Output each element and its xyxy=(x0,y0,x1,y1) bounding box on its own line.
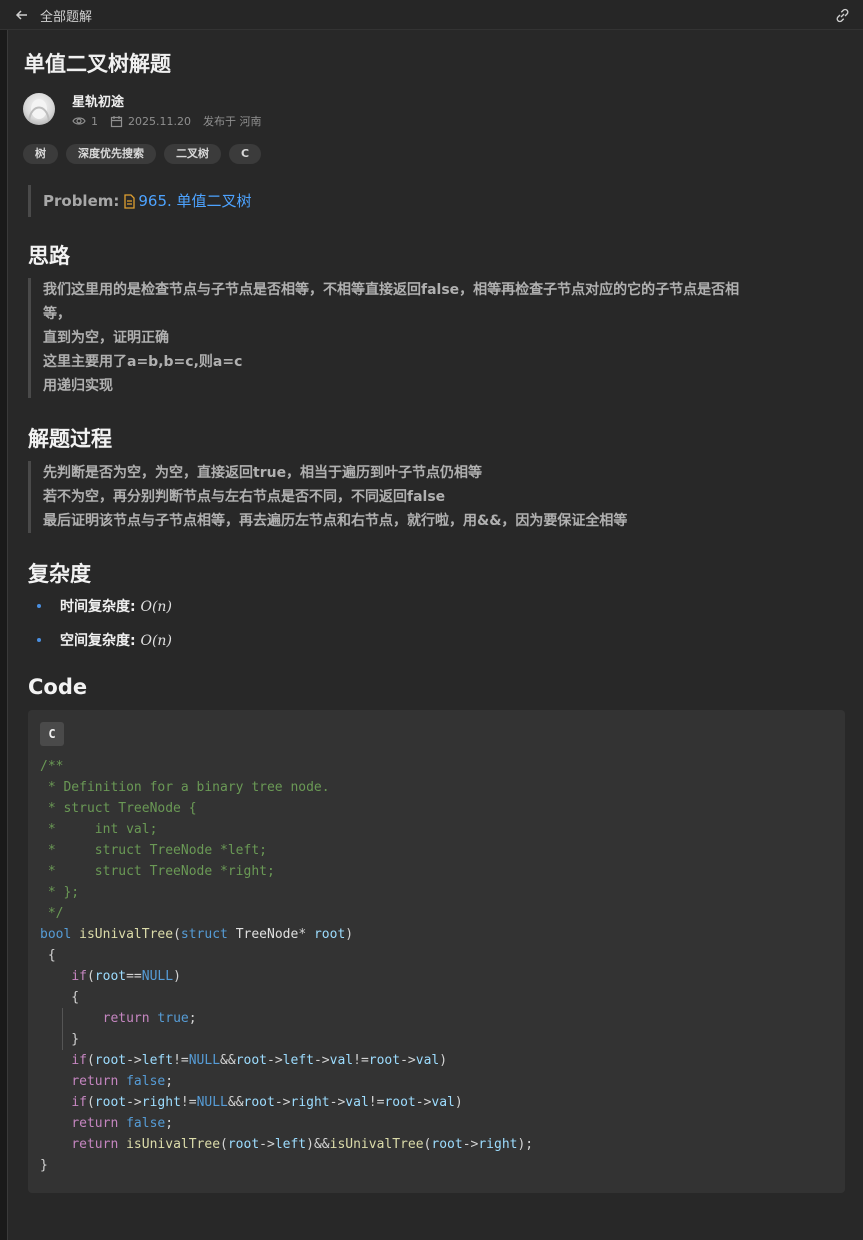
bullet-dot xyxy=(37,604,41,608)
time-complexity-label: 时间复杂度: xyxy=(60,599,136,615)
back-label[interactable]: 全部题解 xyxy=(40,6,92,25)
top-bar: 全部题解 xyxy=(0,0,863,30)
view-count: 1 xyxy=(91,114,98,128)
bullet-dot xyxy=(37,638,41,642)
space-complexity-value: O(n) xyxy=(140,633,172,649)
tag-c[interactable]: C xyxy=(229,144,262,164)
document-icon xyxy=(124,194,136,209)
tag-tree[interactable]: 树 xyxy=(23,144,58,164)
process-line: 先判断是否为空，为空，直接返回true，相当于遍历到叶子节点仍相等 xyxy=(43,465,483,481)
post-meta: 1 2025.11.20 发布于 河南 xyxy=(72,113,261,129)
problem-quote: Problem: 965. 单值二叉树 xyxy=(28,185,252,217)
code-block: C /** * Definition for a binary tree nod… xyxy=(28,710,845,1193)
post-date: 2025.11.20 xyxy=(128,114,191,128)
code-content: /** * Definition for a binary tree node.… xyxy=(40,759,534,1173)
idea-line: 直到为空，证明正确 xyxy=(43,330,169,346)
complexity-heading: 复杂度 xyxy=(28,562,91,586)
avatar[interactable] xyxy=(23,93,55,125)
problem-label: Problem: xyxy=(43,192,120,210)
space-complexity-item: 空间复杂度: O(n) xyxy=(37,630,172,650)
calendar-icon xyxy=(110,115,123,127)
eye-icon xyxy=(72,117,86,125)
time-complexity-value: O(n) xyxy=(140,599,172,615)
code-heading: Code xyxy=(28,675,88,699)
back-arrow-icon[interactable] xyxy=(14,7,30,23)
process-line: 若不为空，再分别判断节点与左右节点是否不同，不同返回false xyxy=(43,489,446,505)
page-title: 单值二叉树解题 xyxy=(24,52,171,76)
idea-line: 我们这里用的是检查节点与子节点是否相等，不相等直接返回false，相等再检查子节… xyxy=(43,282,740,298)
time-complexity-item: 时间复杂度: O(n) xyxy=(37,596,172,616)
idea-heading: 思路 xyxy=(28,244,70,268)
post-location: 发布于 河南 xyxy=(202,115,262,128)
idea-quote: 我们这里用的是检查节点与子节点是否相等，不相等直接返回false，相等再检查子节… xyxy=(28,278,833,398)
idea-line: 用递归实现 xyxy=(43,378,113,394)
tag-dfs[interactable]: 深度优先搜索 xyxy=(66,144,156,164)
process-line: 最后证明该节点与子节点相等，再去遍历左节点和右节点，就行啦，用&&，因为要保证全… xyxy=(43,513,628,529)
solution-panel: 单值二叉树解题 星轨初途 1 2025.11.20 发布于 河南 树 深度优先搜… xyxy=(7,30,863,1240)
tag-list: 树 深度优先搜索 二叉树 C xyxy=(23,144,262,164)
link-icon[interactable] xyxy=(834,7,851,24)
idea-line: 这里主要用了a=b,b=c,则a=c xyxy=(43,354,243,370)
author-name[interactable]: 星轨初途 xyxy=(72,91,124,110)
tag-binary-tree[interactable]: 二叉树 xyxy=(164,144,221,164)
process-quote: 先判断是否为空，为空，直接返回true，相当于遍历到叶子节点仍相等 若不为空，再… xyxy=(28,461,833,533)
idea-line: 等， xyxy=(43,306,71,322)
process-heading: 解题过程 xyxy=(28,427,112,451)
problem-link[interactable]: 965. 单值二叉树 xyxy=(138,192,251,210)
code-language-badge[interactable]: C xyxy=(40,722,64,746)
space-complexity-label: 空间复杂度: xyxy=(60,633,136,649)
